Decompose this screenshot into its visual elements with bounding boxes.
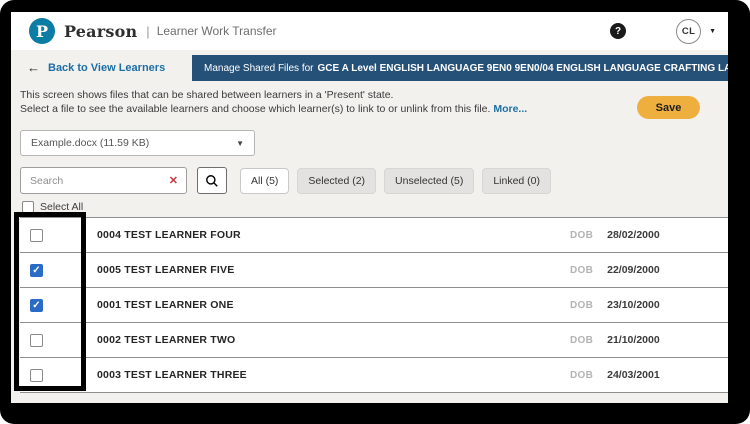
dob-label: DOB [570,369,594,381]
search-button[interactable] [197,167,227,194]
dob-label: DOB [570,264,594,276]
learner-name: 0005 TEST LEARNER FIVE [97,264,235,276]
file-dropdown-value: Example.docx (11.59 KB) [31,137,150,149]
learner-name: 0004 TEST LEARNER FOUR [97,229,241,241]
clear-search-icon[interactable]: ✕ [169,174,178,188]
banner-prefix: Manage Shared Files for [204,62,314,74]
dob-value: 21/10/2000 [607,334,660,346]
search-input[interactable] [21,168,186,193]
magnifier-icon [206,174,218,187]
filter-linked[interactable]: Linked (0) [482,167,552,194]
row-checkbox[interactable] [30,263,43,277]
toolbar: ✕ All (5) Selected (2) Unselected (5) Li… [20,167,728,194]
app-title: Learner Work Transfer [156,24,277,38]
learner-row: 0001 TEST LEARNER ONE DOB 23/10/2000 [20,288,728,323]
help-icon[interactable]: ? [610,23,627,39]
top-bar-right: ? CL ▼ [610,18,716,44]
dob-value: 22/09/2000 [607,264,660,276]
learner-name: 0001 TEST LEARNER ONE [97,299,234,311]
intro-line-2: Select a file to see the available learn… [20,103,528,115]
brand: P Pearson | Learner Work Transfer [29,18,277,44]
app-screen: P Pearson | Learner Work Transfer ? CL ▼… [11,12,728,403]
row-checkbox[interactable] [30,333,43,347]
chevron-down-icon: ▼ [236,138,244,148]
dob-value: 24/03/2001 [607,369,660,381]
pearson-p-icon: P [29,18,55,44]
select-all[interactable]: Select All [22,201,83,213]
dob-label: DOB [570,334,594,346]
chevron-down-icon[interactable]: ▼ [709,28,716,35]
brand-divider: | [146,23,150,39]
select-all-label: Select All [40,201,84,213]
learner-row: 0004 TEST LEARNER FOUR DOB 28/02/2000 [20,218,728,253]
filter-all[interactable]: All (5) [240,167,290,194]
back-link-label[interactable]: Back to View Learners [48,62,165,74]
dob-label: DOB [570,299,594,311]
filter-group: All (5) Selected (2) Unselected (5) Link… [240,167,552,194]
user-menu[interactable]: CL ▼ [676,18,716,44]
dob-label: DOB [570,229,594,241]
top-bar: P Pearson | Learner Work Transfer ? CL ▼ [11,12,728,50]
brand-name: Pearson [64,21,138,41]
more-link[interactable]: More... [493,103,527,115]
intro-line-1: This screen shows files that can be shar… [20,89,394,101]
save-button[interactable]: Save [637,96,700,119]
screenshot-frame: P Pearson | Learner Work Transfer ? CL ▼… [0,0,750,424]
learner-name: 0003 TEST LEARNER THREE [97,369,247,381]
learner-row: 0005 TEST LEARNER FIVE DOB 22/09/2000 [20,253,728,288]
avatar[interactable]: CL [676,18,702,44]
dob-value: 23/10/2000 [607,299,660,311]
manage-shared-files-banner: Manage Shared Files for GCE A Level ENGL… [192,55,728,81]
select-all-checkbox[interactable] [22,201,34,213]
learner-table: 0004 TEST LEARNER FOUR DOB 28/02/2000 00… [20,217,728,393]
learner-row: 0002 TEST LEARNER TWO DOB 21/10/2000 [20,323,728,358]
file-dropdown[interactable]: Example.docx (11.59 KB) ▼ [20,130,255,156]
row-checkbox[interactable] [30,228,43,242]
row-checkbox[interactable] [30,368,43,382]
banner-course: GCE A Level ENGLISH LANGUAGE 9EN0 9EN0/0… [317,62,728,74]
arrow-left-icon: ← [27,60,40,75]
filter-selected[interactable]: Selected (2) [297,167,377,194]
search-box: ✕ [20,167,187,194]
learner-name: 0002 TEST LEARNER TWO [97,334,236,346]
learner-row: 0003 TEST LEARNER THREE DOB 24/03/2001 [20,358,728,393]
filter-unselected[interactable]: Unselected (5) [384,167,475,194]
intro-text: This screen shows files that can be shar… [20,88,590,116]
row-checkbox[interactable] [30,298,43,312]
back-to-view-learners-link[interactable]: ← Back to View Learners [27,60,165,75]
dob-value: 28/02/2000 [607,229,660,241]
